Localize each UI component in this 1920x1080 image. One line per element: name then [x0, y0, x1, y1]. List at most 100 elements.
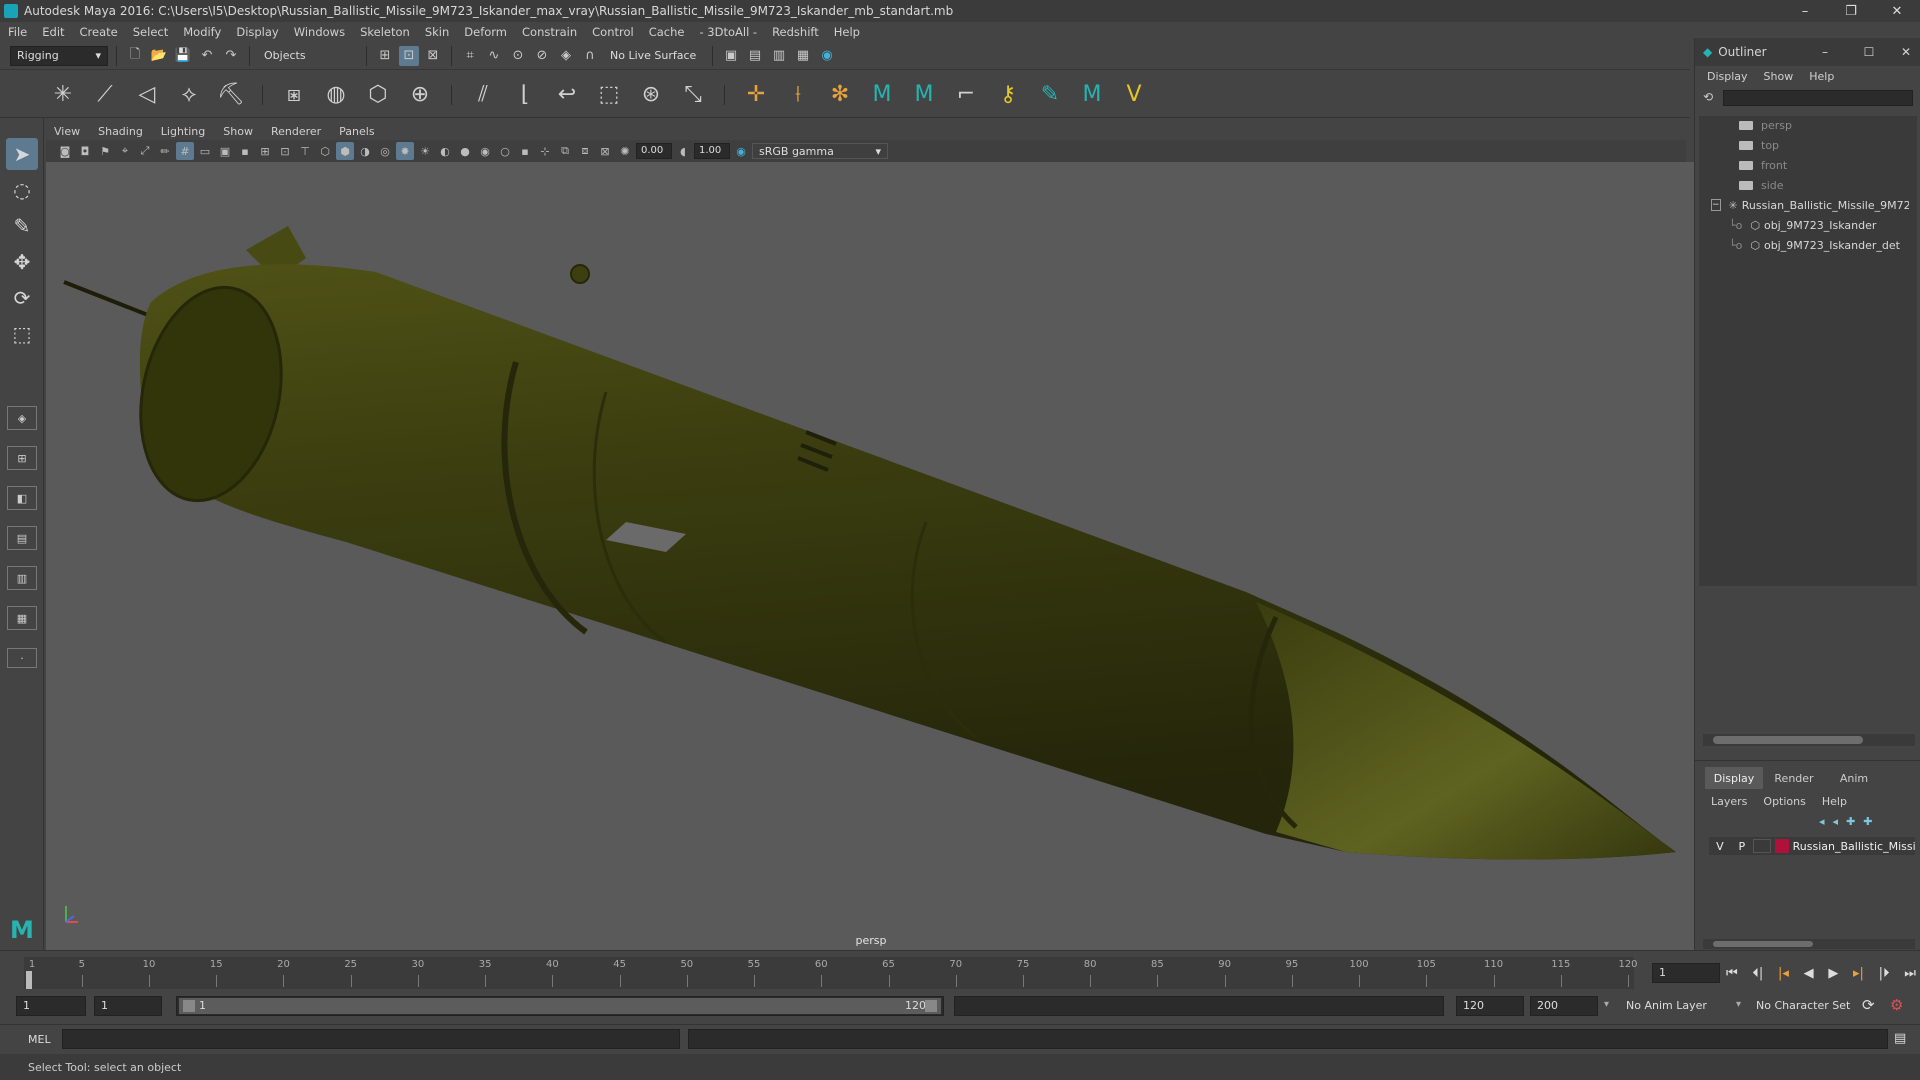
- refresh-icon[interactable]: ⟲: [1703, 90, 1719, 106]
- layers-menu-options[interactable]: Options: [1763, 795, 1805, 808]
- range-start-grip[interactable]: [183, 1000, 195, 1012]
- select-hierarchy-icon[interactable]: ⊞: [375, 46, 395, 66]
- mel-command-input[interactable]: [62, 1029, 680, 1049]
- resolution-gate-icon[interactable]: ▣: [216, 142, 234, 160]
- camera-attributes-icon[interactable]: ◘: [76, 142, 94, 160]
- paint-weights-icon[interactable]: ↩: [552, 80, 582, 110]
- use-all-lights-icon[interactable]: ✸: [396, 142, 414, 160]
- perspective-viewport[interactable]: persp: [46, 162, 1694, 950]
- minimize-button[interactable]: –: [1782, 0, 1828, 22]
- play-backward-icon[interactable]: ◀: [1804, 966, 1814, 981]
- grease-pencil-icon[interactable]: ✏: [156, 142, 174, 160]
- scrollbar-thumb[interactable]: [1713, 941, 1813, 947]
- snap-point-icon[interactable]: ⊙: [508, 46, 528, 66]
- layer-color-swatch[interactable]: [1774, 839, 1789, 853]
- move-layer-up-icon[interactable]: ◂: [1819, 815, 1825, 831]
- isolate-select-icon[interactable]: ▪: [516, 142, 534, 160]
- tab-display[interactable]: Display: [1705, 767, 1763, 789]
- outliner-item-group[interactable]: − ✳ Russian_Ballistic_Missile_9M723: [1711, 196, 1909, 214]
- new-layer-icon[interactable]: ✚: [1846, 815, 1855, 831]
- auto-key-icon[interactable]: ⟳: [1862, 996, 1875, 1014]
- current-frame-field[interactable]: 1: [1652, 963, 1720, 983]
- panel-menu-show[interactable]: Show: [223, 125, 253, 138]
- render-frame-icon[interactable]: ▤: [745, 46, 765, 66]
- motion-blur-icon[interactable]: ●: [456, 142, 474, 160]
- grid-icon[interactable]: #: [176, 142, 194, 160]
- xray-components-icon[interactable]: ⧈: [576, 142, 594, 160]
- layer-playback-toggle[interactable]: P: [1731, 840, 1753, 853]
- chevron-down-icon[interactable]: ▾: [1736, 999, 1741, 1010]
- gamma-icon[interactable]: ◖: [674, 142, 692, 160]
- textured-icon[interactable]: ◎: [376, 142, 394, 160]
- panel-menu-shading[interactable]: Shading: [98, 125, 143, 138]
- ik-spline-icon[interactable]: ⟡: [174, 80, 204, 110]
- snap-grid-icon[interactable]: ⌗: [460, 46, 480, 66]
- orient-constraint-icon[interactable]: ✻: [825, 80, 855, 110]
- rotate-tool-icon[interactable]: ⟳: [6, 282, 38, 314]
- menu-control[interactable]: Control: [592, 25, 634, 39]
- menu-file[interactable]: File: [8, 25, 27, 39]
- range-end-grip[interactable]: [925, 1000, 937, 1012]
- hik-skeleton-icon[interactable]: M: [909, 80, 939, 110]
- select-tool-icon[interactable]: ➤: [6, 138, 38, 170]
- step-back-key-icon[interactable]: ⏴|: [1752, 966, 1763, 981]
- mel-label[interactable]: MEL: [28, 1033, 51, 1046]
- selection-mode-dropdown[interactable]: Objects: [258, 45, 358, 66]
- snap-surface-icon[interactable]: ◈: [556, 46, 576, 66]
- snap-view-icon[interactable]: ⊘: [532, 46, 552, 66]
- outliner-menu-help[interactable]: Help: [1809, 70, 1834, 83]
- outliner-horizontal-scrollbar[interactable]: [1703, 734, 1915, 746]
- layer-display-type[interactable]: [1752, 839, 1771, 853]
- time-slider-track[interactable]: 1 5 10 15 20 25 30 35 40 45 50 55 60 65 70 75 80 85 90 95 10…: [24, 957, 1638, 989]
- move-layer-down-icon[interactable]: ◂: [1833, 815, 1839, 831]
- sculpt-deformer-icon[interactable]: ⊕: [405, 80, 435, 110]
- panel-menu-renderer[interactable]: Renderer: [271, 125, 321, 138]
- select-component-icon[interactable]: ⊠: [423, 46, 443, 66]
- scale-tool-icon[interactable]: ⬚: [6, 318, 38, 350]
- depth-of-field-icon[interactable]: ○: [496, 142, 514, 160]
- outliner-item-persp[interactable]: persp: [1739, 116, 1792, 134]
- outliner-item-front[interactable]: front: [1739, 156, 1787, 174]
- safe-action-icon[interactable]: ⊡: [276, 142, 294, 160]
- single-pane-layout-icon[interactable]: ◈: [7, 406, 37, 430]
- layers-menu-layers[interactable]: Layers: [1711, 795, 1747, 808]
- camera-select-icon[interactable]: ◙: [56, 142, 74, 160]
- menu-redshift[interactable]: Redshift: [772, 25, 819, 39]
- menu-display[interactable]: Display: [236, 25, 278, 39]
- insert-joint-icon[interactable]: ⟋: [90, 80, 120, 110]
- outliner-close-icon[interactable]: ✕: [1891, 45, 1920, 59]
- bind-skin-icon[interactable]: ⫽: [468, 80, 498, 110]
- color-management-icon[interactable]: ◉: [732, 142, 750, 160]
- ik-handle-icon[interactable]: ◁: [132, 80, 162, 110]
- playback-end-field[interactable]: 120: [1456, 996, 1524, 1016]
- outliner-menu-show[interactable]: Show: [1764, 70, 1794, 83]
- live-surface-field[interactable]: No Live Surface: [604, 45, 704, 66]
- magnet-icon[interactable]: ∩: [580, 46, 600, 66]
- outliner-item-top[interactable]: top: [1739, 136, 1779, 154]
- colorspace-dropdown[interactable]: sRGB gamma ▾: [752, 143, 888, 159]
- bookmark-icon[interactable]: ⚑: [96, 142, 114, 160]
- gate-mask-icon[interactable]: ▪: [236, 142, 254, 160]
- outliner-menu-display[interactable]: Display: [1707, 70, 1748, 83]
- panel-menu-lighting[interactable]: Lighting: [161, 125, 205, 138]
- hik-control-icon[interactable]: M: [1077, 80, 1107, 110]
- parent-constraint-icon[interactable]: ✛: [741, 80, 771, 110]
- menu-create[interactable]: Create: [80, 25, 118, 39]
- gamma-field[interactable]: 1.00: [694, 143, 730, 159]
- layer-visibility-toggle[interactable]: V: [1709, 840, 1731, 853]
- mirror-weights-icon[interactable]: ⊛: [636, 80, 666, 110]
- outliner-item-mesh[interactable]: └o ⬡ obj_9M723_Iskander_det: [1729, 236, 1909, 254]
- undo-icon[interactable]: ↶: [197, 46, 217, 66]
- cluster-icon[interactable]: ◍: [321, 80, 351, 110]
- open-scene-icon[interactable]: 📂: [149, 46, 169, 66]
- snap-curve-icon[interactable]: ∿: [484, 46, 504, 66]
- safe-title-icon[interactable]: ⊤: [296, 142, 314, 160]
- start-time-field[interactable]: 1: [16, 996, 86, 1016]
- step-forward-frame-icon[interactable]: ▸|: [1853, 966, 1864, 981]
- quick-rig-icon[interactable]: ⛏: [216, 80, 246, 110]
- range-slider-empty[interactable]: [954, 996, 1444, 1016]
- outliner-item-side[interactable]: side: [1739, 176, 1784, 194]
- attach-skin-icon[interactable]: ✎: [1035, 80, 1065, 110]
- render-settings-icon[interactable]: ▦: [793, 46, 813, 66]
- step-forward-key-icon[interactable]: |⏵: [1879, 966, 1890, 981]
